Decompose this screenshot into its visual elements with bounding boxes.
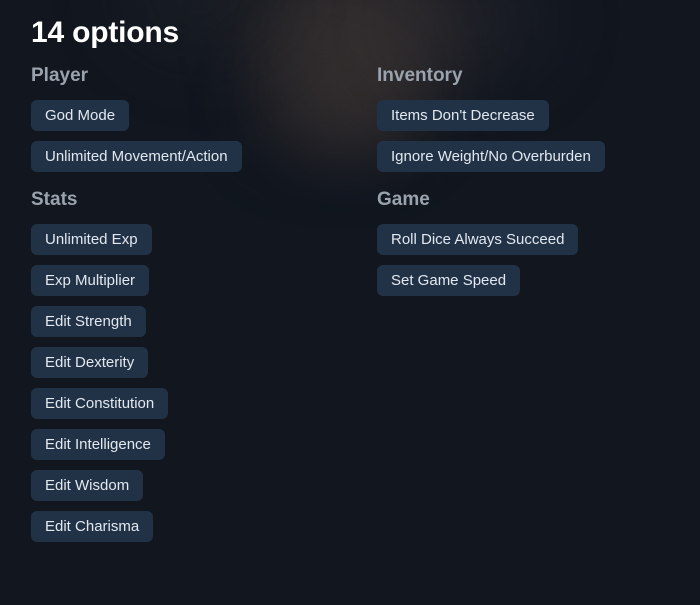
section-game: Game Roll Dice Always Succeed Set Game Spe…	[377, 188, 677, 296]
page-title: 14 options	[31, 16, 180, 49]
option-list: God Mode Unlimited Movement/Action	[31, 100, 377, 172]
options-column-right: Inventory Items Don't Decrease Ignore Weig…	[377, 64, 677, 542]
option-button-exp-multiplier[interactable]: Exp Multiplier	[31, 265, 150, 296]
option-button-edit-charisma[interactable]: Edit Charisma	[31, 511, 154, 542]
option-button-unlimited-exp[interactable]: Unlimited Exp	[31, 224, 152, 255]
option-list: Unlimited Exp Exp Multiplier Edit Strength…	[31, 224, 377, 542]
option-button-items-don-t-decrease[interactable]: Items Don't Decrease	[377, 100, 549, 131]
option-list: Items Don't Decrease Ignore Weight/No Ove…	[377, 100, 677, 172]
option-button-ignore-weight-no-overburden[interactable]: Ignore Weight/No Overburden	[377, 141, 605, 172]
section-player: Player God Mode Unlimited Movement/Action	[31, 64, 377, 172]
option-button-unlimited-movement-action[interactable]: Unlimited Movement/Action	[31, 141, 242, 172]
option-button-god-mode[interactable]: God Mode	[31, 100, 130, 131]
option-button-edit-dexterity[interactable]: Edit Dexterity	[31, 347, 149, 378]
section-title: Game	[377, 189, 430, 210]
section-title: Player	[31, 65, 89, 86]
section-stats: Stats Unlimited Exp Exp Multiplier Edit Str…	[31, 188, 377, 542]
option-button-edit-constitution[interactable]: Edit Constitution	[31, 388, 169, 419]
option-button-edit-intelligence[interactable]: Edit Intelligence	[31, 429, 165, 460]
options-columns: Player God Mode Unlimited Movement/Action S…	[31, 64, 700, 542]
section-title: Inventory	[377, 65, 463, 86]
option-button-edit-wisdom[interactable]: Edit Wisdom	[31, 470, 144, 501]
section-inventory: Inventory Items Don't Decrease Ignore Weig…	[377, 64, 677, 172]
option-list: Roll Dice Always Succeed Set Game Speed	[377, 224, 677, 296]
option-button-set-game-speed[interactable]: Set Game Speed	[377, 265, 521, 296]
option-button-edit-strength[interactable]: Edit Strength	[31, 306, 146, 337]
option-button-roll-dice-always-succeed[interactable]: Roll Dice Always Succeed	[377, 224, 579, 255]
options-panel: 14 options Player God Mode Unlimited Movem…	[0, 0, 700, 542]
section-title: Stats	[31, 189, 78, 210]
options-column-left: Player God Mode Unlimited Movement/Action S…	[31, 64, 377, 542]
